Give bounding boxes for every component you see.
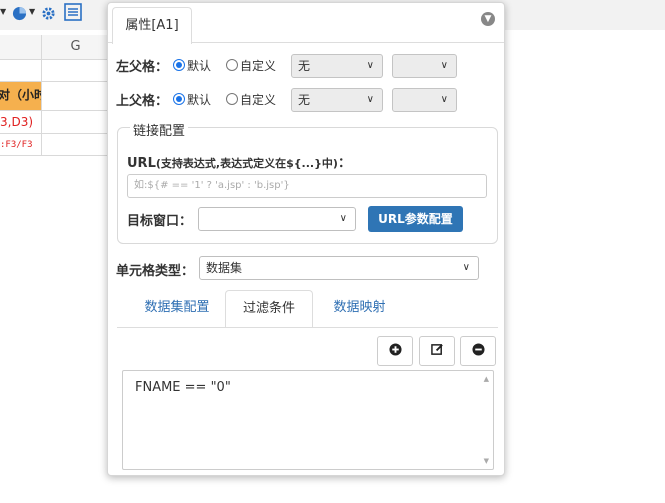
grid-cell[interactable]	[42, 60, 110, 82]
edit-filter-button[interactable]	[419, 336, 455, 366]
url-param-config-button[interactable]: URL参数配置	[368, 206, 463, 232]
target-window-label: 目标窗口：	[127, 214, 193, 229]
radio-unchecked-icon[interactable]	[226, 59, 238, 71]
radio-checked-icon[interactable]	[173, 59, 185, 71]
cell-type-select[interactable]: 数据集 ∨	[199, 256, 479, 280]
tab-data-mapping[interactable]: 数据映射	[322, 290, 397, 328]
cell-type-label: 单元格类型：	[116, 264, 195, 279]
top-parent-label: 上父格：	[116, 94, 169, 109]
url-input[interactable]: 如:${# == '1' ? 'a.jsp' : 'b.jsp'}	[127, 174, 487, 198]
list-icon[interactable]	[64, 3, 82, 25]
tab-dataset-config[interactable]: 数据集配置	[127, 290, 227, 328]
radio-label: 默认	[187, 92, 212, 107]
top-parent-radio-default[interactable]: 默认	[173, 91, 211, 107]
property-panel: 属性[A1] ▼ 左父格： 默认 自定义 无 ∨ ∨ 上父格： 默认 自定义 无…	[107, 2, 505, 476]
minus-circle-icon	[471, 343, 485, 359]
chevron-down-icon: ∨	[366, 94, 374, 105]
radio-label: 自定义	[240, 58, 277, 73]
remove-filter-button[interactable]	[460, 336, 496, 366]
left-parent-radio-custom[interactable]: 自定义	[226, 57, 276, 73]
left-parent-label: 左父格：	[116, 60, 169, 75]
select-value: 数据集	[206, 261, 243, 275]
formula-cell-small[interactable]: :F3/F3	[0, 134, 42, 156]
filter-expression-text: FNAME == "0"	[135, 380, 231, 395]
tab-properties[interactable]: 属性[A1]	[112, 7, 192, 44]
target-window-select[interactable]: ∨	[198, 207, 356, 231]
header-cell[interactable]: 对（小时	[0, 82, 42, 111]
filter-expression-textarea[interactable]: FNAME == "0" ▲ ▼	[122, 370, 494, 470]
left-parent-radio-default[interactable]: 默认	[173, 57, 211, 73]
spreadsheet-grid: G 对（小时 3,D3) :F3/F3	[0, 35, 110, 156]
left-parent-select[interactable]: 无 ∨	[291, 54, 383, 78]
scroll-down-arrow-icon[interactable]: ▼	[484, 457, 489, 465]
grid-cell[interactable]	[42, 82, 110, 111]
url-label-colon: ：	[337, 156, 351, 171]
top-parent-select[interactable]: 无 ∨	[291, 88, 383, 112]
url-label-hint: (支持表达式,表达式定义在${...}中)	[155, 157, 338, 170]
chevron-down-icon: ∨	[339, 213, 347, 224]
plus-circle-icon	[388, 343, 402, 359]
column-header-cell[interactable]	[0, 35, 42, 60]
settings-gear-icon[interactable]	[41, 6, 56, 25]
radio-label: 自定义	[240, 92, 277, 107]
scroll-up-arrow-icon[interactable]: ▲	[484, 375, 489, 383]
link-config-group: 链接配置 URL(支持表达式,表达式定义在${...}中)： 如:${# == …	[117, 120, 498, 244]
caret-down-icon[interactable]: ▼	[0, 7, 6, 16]
chevron-down-icon: ∨	[366, 60, 374, 71]
select-value: 无	[298, 93, 311, 107]
url-label: URL(支持表达式,表达式定义在${...}中)：	[127, 152, 351, 171]
select-value: 无	[298, 59, 311, 73]
radio-label: 默认	[187, 58, 212, 73]
tab-filter-conditions[interactable]: 过滤条件	[225, 290, 313, 328]
panel-header: 属性[A1] ▼	[108, 3, 504, 44]
edit-icon	[430, 343, 444, 359]
add-filter-button[interactable]	[377, 336, 413, 366]
top-parent-select-2[interactable]: ∨	[392, 88, 457, 112]
radio-unchecked-icon[interactable]	[226, 93, 238, 105]
top-parent-radio-custom[interactable]: 自定义	[226, 91, 276, 107]
grid-cell[interactable]	[0, 60, 42, 82]
column-header-g[interactable]: G	[42, 35, 110, 60]
chevron-down-icon: ∨	[440, 94, 448, 105]
formula-cell[interactable]: 3,D3)	[0, 111, 42, 134]
link-config-legend: 链接配置	[130, 120, 189, 139]
url-label-main: URL	[127, 156, 156, 171]
grid-cell[interactable]	[42, 134, 110, 156]
grid-cell[interactable]	[42, 111, 110, 134]
chevron-down-icon: ∨	[440, 60, 448, 71]
filter-pane: FNAME == "0" ▲ ▼	[117, 327, 498, 470]
collapse-arrow-icon[interactable]: ▼	[481, 12, 495, 26]
radio-checked-icon[interactable]	[173, 93, 185, 105]
pie-chart-icon[interactable]	[12, 6, 27, 25]
cell-config-tabs: 数据集配置 过滤条件 数据映射	[117, 290, 498, 328]
caret-down-icon[interactable]: ▼	[29, 7, 35, 16]
left-parent-select-2[interactable]: ∨	[392, 54, 457, 78]
chevron-down-icon: ∨	[462, 262, 470, 273]
